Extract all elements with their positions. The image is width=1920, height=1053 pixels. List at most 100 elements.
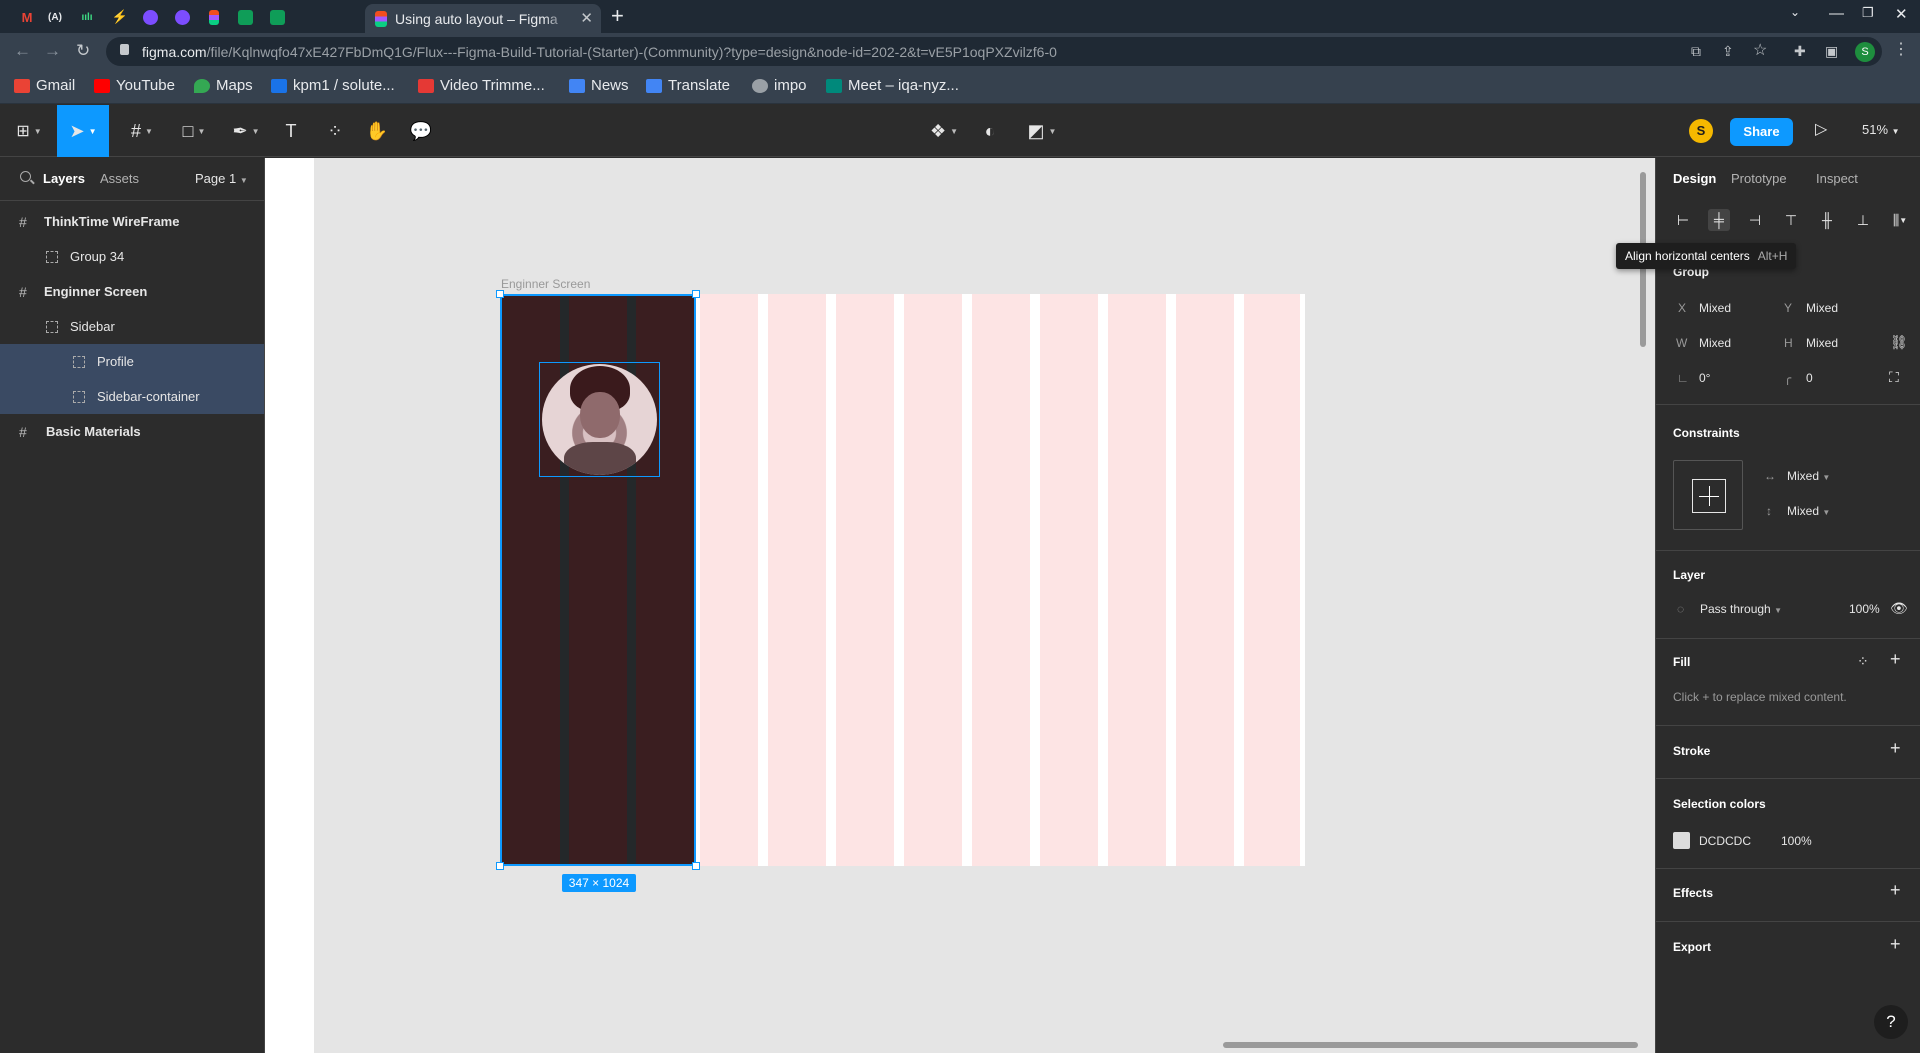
add-stroke-icon[interactable]: + [1890,738,1901,759]
corner-radius-input[interactable]: 0 [1806,371,1813,385]
selection-color-hex[interactable]: DCDCDC [1699,834,1751,848]
mask-button[interactable]: ◐ [978,105,1002,157]
constraints-center[interactable] [1692,479,1726,513]
tab-prototype[interactable]: Prototype [1731,171,1787,186]
layer-enginner-screen[interactable]: # Enginner Screen [0,274,264,309]
resize-handle-top-left[interactable] [496,290,504,298]
profile-photo-selection[interactable] [539,362,660,477]
install-app-icon[interactable]: ⧉ [1691,43,1701,60]
gmail-tab-icon[interactable]: M [17,7,37,27]
side-panel-icon[interactable]: ▣ [1825,43,1838,60]
frame-name-label[interactable]: Enginner Screen [501,277,590,291]
resize-handle-top-right[interactable] [692,290,700,298]
forward-icon[interactable]: → [44,41,61,61]
url-text[interactable]: figma.com/file/Kqlnwqfo47xE427FbDmQ1G/Fl… [142,44,1057,60]
styles-grid-icon[interactable]: ⁘ [1857,653,1869,670]
present-play-icon[interactable]: ▷ [1815,119,1827,139]
move-tool[interactable]: ➤ ▼ [57,105,109,157]
selection-color-swatch[interactable] [1673,832,1690,849]
back-icon[interactable]: ← [14,41,31,61]
align-horizontal-centers-icon[interactable]: ╪ [1708,209,1730,231]
tab-layers[interactable]: Layers [43,171,85,186]
pen-tool[interactable]: ✒ ▼ [226,105,266,157]
independent-corners-icon[interactable]: ⛶ [1889,369,1899,386]
add-fill-icon[interactable]: + [1890,649,1901,670]
comment-tool[interactable]: 💬 [408,105,434,157]
active-tab[interactable]: Using auto layout – Figma ✕ [365,4,601,33]
resize-handle-bottom-left[interactable] [496,862,504,870]
figma-tab-icon[interactable] [204,7,224,27]
lock-icon[interactable] [120,44,129,55]
close-tab-icon[interactable]: ✕ [580,9,593,27]
tab-design[interactable]: Design [1673,171,1716,186]
sidebar-selection[interactable] [500,294,696,866]
sheets-tab-icon-2[interactable] [267,7,287,27]
align-vertical-centers-icon[interactable]: ╫ [1816,209,1838,231]
w-input[interactable]: Mixed [1699,336,1731,350]
restore-icon[interactable]: ❐ [1862,5,1874,21]
profile-photo[interactable] [542,364,657,475]
design-canvas[interactable]: Enginner Screen 347 × 1024 [265,158,1655,1053]
chrome-menu-icon[interactable]: ⋮ [1893,39,1909,59]
bookmark-video-trimmer[interactable]: Video Trimme... [418,77,545,94]
omnibox[interactable]: figma.com/file/Kqlnwqfo47xE427FbDmQ1G/Fl… [106,37,1882,66]
reload-icon[interactable]: ↻ [76,41,90,61]
horizontal-scrollbar[interactable] [1223,1042,1638,1048]
align-top-icon[interactable]: ⊤ [1780,209,1802,231]
boolean-button[interactable]: ◩ ▼ [1022,105,1062,157]
bookmark-youtube[interactable]: YouTube [94,77,175,94]
bookmark-gmail[interactable]: Gmail [14,77,75,94]
tab-icon-purple-2[interactable] [172,7,192,27]
layer-profile[interactable]: Profile [0,344,264,379]
vertical-constraint-dropdown[interactable]: Mixed ▼ [1787,504,1830,518]
resources-tool[interactable]: ⁘ [323,105,347,157]
frame-tool[interactable]: # ▼ [122,105,162,157]
add-export-icon[interactable]: + [1890,934,1901,955]
selection-color-opacity[interactable]: 100% [1781,834,1812,848]
tab-assets[interactable]: Assets [100,171,139,186]
main-menu-button[interactable]: ⊞ ▼ [10,105,48,157]
bookmark-news[interactable]: News [569,77,629,94]
user-avatar[interactable]: S [1689,119,1713,143]
align-bottom-icon[interactable]: ⊥ [1852,209,1874,231]
share-button[interactable]: Share [1730,118,1793,146]
bookmark-maps[interactable]: Maps [194,77,253,94]
align-left-icon[interactable]: ⊢ [1672,209,1694,231]
tab-icon-purple[interactable] [140,7,160,27]
extensions-icon[interactable]: ✚ [1794,43,1806,60]
tab-inspect[interactable]: Inspect [1816,171,1858,186]
sheets-tab-icon[interactable] [235,7,255,27]
new-tab-button[interactable]: + [611,3,624,29]
y-input[interactable]: Mixed [1806,301,1838,315]
layer-thinktime-wireframe[interactable]: # ThinkTime WireFrame [0,204,264,239]
profile-avatar[interactable]: S [1855,42,1875,62]
h-input[interactable]: Mixed [1806,336,1838,350]
page-selector[interactable]: Page 1 ▼ [195,171,248,186]
bookmark-translate[interactable]: Translate [646,77,730,94]
x-input[interactable]: Mixed [1699,301,1731,315]
search-icon[interactable] [20,171,31,182]
text-tool[interactable]: T [280,105,302,157]
add-effect-icon[interactable]: + [1890,880,1901,901]
bookmark-kpm1[interactable]: kpm1 / solute... [271,77,395,94]
share-page-icon[interactable]: ⇪ [1722,43,1734,60]
visibility-eye-icon[interactable]: 👁 [1890,600,1908,617]
tab-search-icon[interactable]: ⌄ [1790,5,1800,19]
zoom-dropdown[interactable]: 51% ▼ [1862,122,1900,137]
tab-icon-bars[interactable]: ıılı [77,7,97,27]
adjacent-frame[interactable] [265,158,314,1053]
rotation-input[interactable]: 0° [1699,371,1710,385]
close-window-icon[interactable]: ✕ [1895,5,1908,23]
component-button[interactable]: ❖ ▼ [925,105,963,157]
horizontal-constraint-dropdown[interactable]: Mixed ▼ [1787,469,1830,483]
bookmark-star-icon[interactable]: ☆ [1753,40,1767,60]
layer-sidebar[interactable]: Sidebar [0,309,264,344]
bookmark-meet[interactable]: Meet – iqa-nyz... [826,77,959,94]
minimize-icon[interactable]: — [1829,5,1844,22]
align-right-icon[interactable]: ⊣ [1744,209,1766,231]
layer-opacity-input[interactable]: 100% [1849,602,1880,616]
layer-group-34[interactable]: Group 34 [0,239,264,274]
hand-tool[interactable]: ✋ [364,105,390,157]
bookmark-impo[interactable]: impo [752,77,807,94]
resize-handle-bottom-right[interactable] [692,862,700,870]
